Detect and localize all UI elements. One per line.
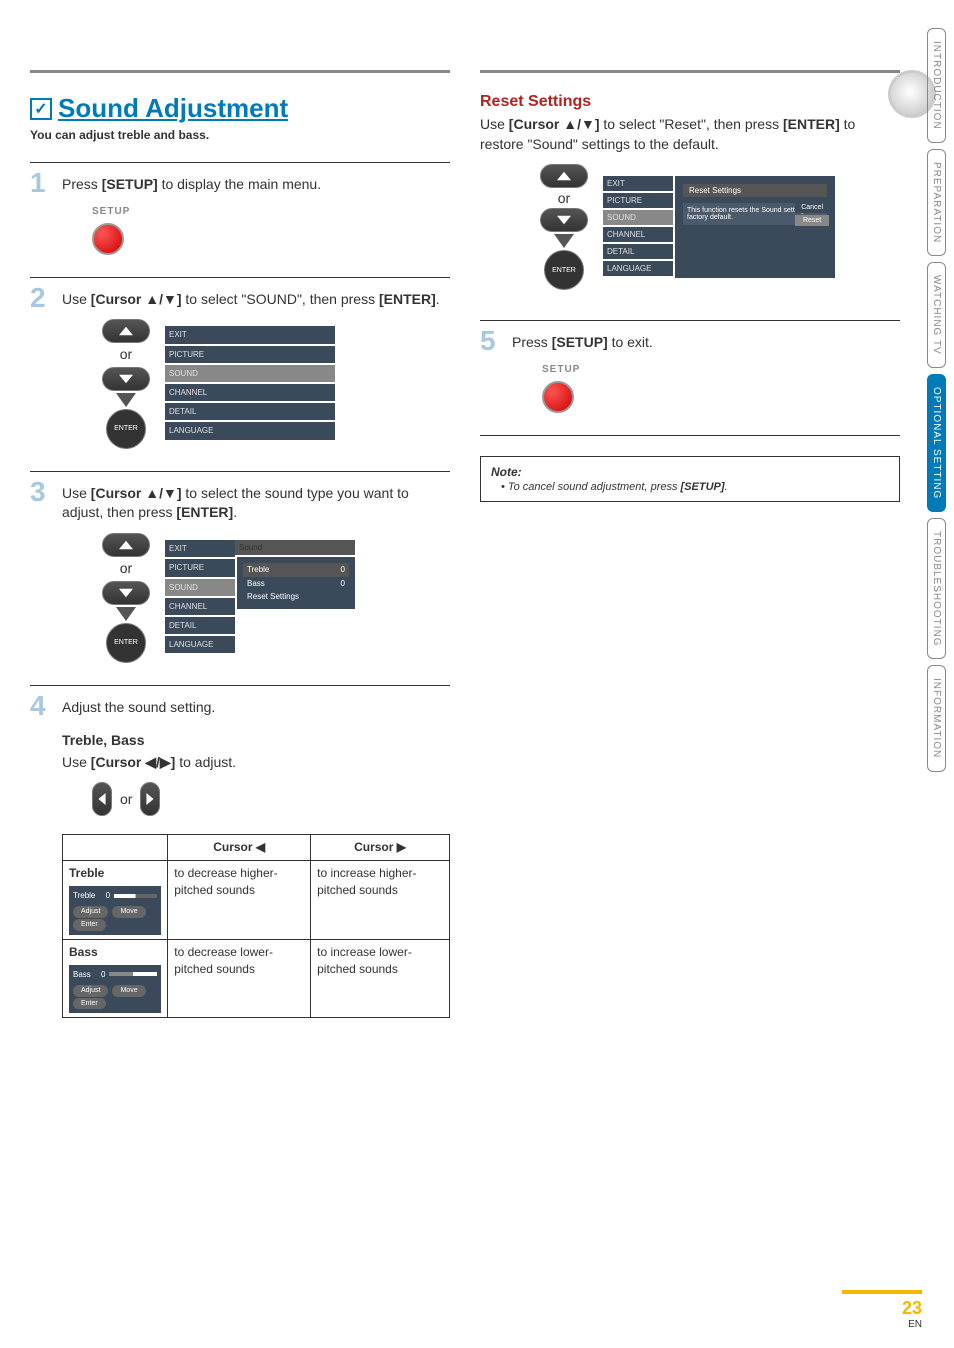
setup-button-icon [542,381,574,413]
page-number: 23 [902,1298,922,1319]
table-row: Bass Bass 0 AdjustMoveEnter to decrease … [63,939,450,1018]
enter-button-icon: ENTER [544,250,584,290]
arrow-down-icon [554,234,574,248]
tab-troubleshooting[interactable]: TROUBLESHOOTING [927,518,946,660]
step-number: 3 [30,478,52,673]
step-number: 2 [30,284,52,459]
step-4: 4 Adjust the sound setting. Treble, Bass… [30,692,450,1019]
osd-menu-reset: EXIT PICTURE SOUND CHANNEL DETAIL LANGUA… [603,176,835,278]
cursor-updown-icon: or ENTER [102,533,150,663]
bass-osd-panel: Bass 0 AdjustMoveEnter [69,965,161,1014]
side-tabs: INTRODUCTION PREPARATION WATCHING TV OPT… [927,28,946,772]
sub-section-title: Treble, Bass [62,731,450,751]
tab-watching-tv[interactable]: WATCHING TV [927,262,946,368]
tab-information[interactable]: INFORMATION [927,665,946,771]
setup-label: SETUP [542,363,900,377]
note-box: Note: • To cancel sound adjustment, pres… [480,456,900,502]
cursor-leftright-icon: or [92,782,450,816]
cursor-updown-icon: or ENTER [102,319,150,449]
checkbox-icon [30,98,52,120]
treble-osd-panel: Treble 0 AdjustMoveEnter [69,886,161,935]
subheading: You can adjust treble and bass. [30,128,450,142]
enter-button-icon: ENTER [106,623,146,663]
tab-preparation[interactable]: PREPARATION [927,149,946,256]
step-number: 4 [30,692,52,1019]
reset-text: Use [Cursor ▲/▼] to select "Reset", then… [480,115,900,154]
step-1: 1 Press [SETUP] to display the main menu… [30,169,450,265]
page-title: Sound Adjustment [58,93,288,124]
osd-menu-sound: EXIT PICTURE SOUND CHANNEL DETAIL LANGUA… [165,540,355,655]
adjustment-table: Cursor ◀Cursor ▶ Treble Treble 0 AdjustM… [62,834,450,1018]
step-2: 2 Use [Cursor ▲/▼] to select "SOUND", th… [30,284,450,459]
step-3: 3 Use [Cursor ▲/▼] to select the sound t… [30,478,450,673]
reset-heading: Reset Settings [480,93,900,111]
main-heading: Sound Adjustment [30,93,450,124]
step-number: 5 [480,327,502,423]
arrow-down-icon [116,607,136,621]
tab-introduction[interactable]: INTRODUCTION [927,28,946,143]
step-5: 5 Press [SETUP] to exit. SETUP [480,327,900,423]
table-row: Treble Treble 0 AdjustMoveEnter to decre… [63,861,450,940]
arrow-down-icon [116,393,136,407]
cursor-updown-icon: or ENTER [540,164,588,290]
setup-label: SETUP [92,205,450,219]
page-footer: 23 EN [902,1298,922,1330]
osd-menu: EXIT PICTURE SOUND CHANNEL DETAIL LANGUA… [165,326,335,441]
enter-button-icon: ENTER [106,409,146,449]
step-number: 1 [30,169,52,265]
setup-button-icon [92,223,124,255]
tab-optional-setting[interactable]: OPTIONAL SETTING [927,374,946,512]
